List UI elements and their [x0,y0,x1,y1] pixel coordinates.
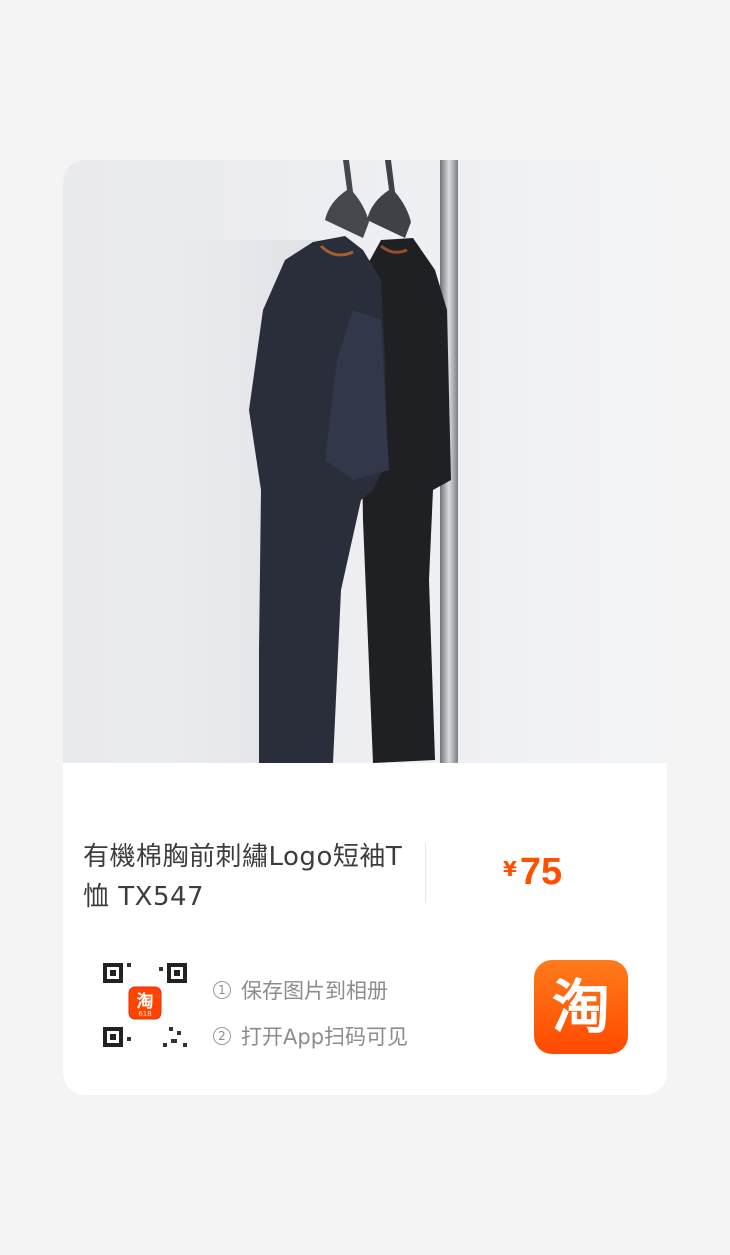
step-open-app: 2 打开App扫码可见 [213,1013,408,1059]
product-info: 有機棉胸前刺繡Logo短袖T恤 TX547 ¥75 淘 618 1 保存图片到相… [63,763,667,1095]
step-label-open: 打开App扫码可见 [241,1025,409,1049]
qr-badge-sub: 618 [138,1010,151,1018]
tshirt-on-hanger-photo [153,160,458,763]
step-save-image: 1 保存图片到相册 [213,967,408,1013]
step-number-1: 1 [213,981,231,999]
share-card: 有機棉胸前刺繡Logo短袖T恤 TX547 ¥75 淘 618 1 保存图片到相… [63,160,667,1095]
currency-symbol: ¥ [503,857,517,881]
step-number-2: 2 [213,1027,231,1045]
taobao-logo-text: 淘 [551,973,610,1041]
divider [425,843,426,903]
qr-code-icon[interactable]: 淘 618 [99,959,191,1051]
product-photo[interactable] [63,160,667,763]
step-label-save: 保存图片到相册 [241,979,388,1003]
product-price: ¥75 [503,851,562,894]
qr-badge-text: 淘 [137,991,154,1012]
scan-steps: 1 保存图片到相册 2 打开App扫码可见 [213,967,408,1059]
taobao-logo-icon[interactable]: 淘 [534,960,628,1054]
product-title[interactable]: 有機棉胸前刺繡Logo短袖T恤 TX547 [83,837,413,917]
price-amount: 75 [519,851,563,893]
